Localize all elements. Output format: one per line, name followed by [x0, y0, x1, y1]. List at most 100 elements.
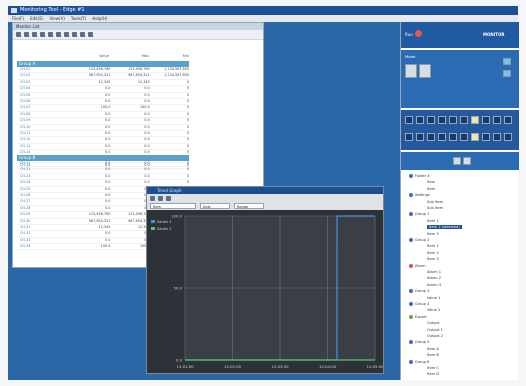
tree-node-icon [409, 289, 413, 294]
row-max: 0.0 [144, 118, 150, 123]
tree-item[interactable]: Item 3 [427, 232, 439, 236]
tree-item-label: Group 4 [415, 302, 430, 306]
tree-item-label: Item 1 [427, 218, 439, 223]
row-name: CH-01 [20, 67, 31, 71]
tree-item[interactable]: Value 1 [427, 296, 440, 300]
menu-file[interactable]: File(F) [12, 15, 24, 22]
tree-item[interactable]: Item 2 (selected) [427, 225, 462, 230]
zoom-icon[interactable] [150, 195, 155, 201]
stop-icon[interactable] [48, 32, 53, 37]
pause-icon[interactable] [56, 32, 61, 37]
tree-item[interactable]: Alarm 2 [427, 276, 441, 280]
tree-item[interactable]: Item [427, 187, 435, 191]
row-value: 0.0 [104, 98, 111, 103]
menu-help[interactable]: Help(H) [92, 15, 107, 22]
tree-item[interactable]: Export [409, 314, 427, 319]
tree-item[interactable]: Group 1 [409, 212, 429, 217]
tree-item[interactable]: Item B [427, 353, 439, 357]
tree-node-icon [409, 340, 413, 345]
settings-icon[interactable] [80, 32, 85, 37]
row-name: CH-05 [20, 92, 31, 97]
tree-item[interactable]: Alarm [409, 263, 426, 268]
tree-item[interactable]: Value 2 [427, 308, 440, 312]
pin-icon[interactable] [166, 195, 171, 201]
row-max: 0.0 [110, 231, 149, 236]
tree-item[interactable]: Group 2 [409, 238, 429, 242]
new-icon[interactable] [16, 32, 21, 37]
indicator-led [405, 116, 413, 124]
tree-item[interactable]: Alarm 3 [427, 283, 441, 287]
tree-item-label: Item 1 [427, 244, 439, 249]
open-icon[interactable] [24, 32, 29, 37]
tree-item[interactable]: Sub item [427, 200, 443, 204]
tree-item[interactable]: Sub item [427, 206, 443, 210]
row-min: 0 [186, 105, 189, 110]
tree-item[interactable]: Group 6 [409, 359, 429, 364]
camera-icon[interactable] [158, 195, 163, 201]
indicator-led [493, 116, 501, 124]
tree-item[interactable]: Item D [427, 372, 439, 376]
tree-item[interactable]: Item 1 [427, 219, 439, 223]
tree-item[interactable]: Group 3 [409, 289, 429, 294]
mode-button-2[interactable] [419, 64, 431, 78]
tree-item[interactable]: Output [427, 321, 439, 325]
row-name: CH-12 [20, 137, 31, 142]
indicator-led [438, 133, 446, 141]
list-icon[interactable] [72, 32, 77, 37]
row-max: 0.0 [144, 92, 150, 97]
tree-item-label: Item 3 [427, 231, 439, 236]
tree-item-label: Sub item [427, 206, 444, 210]
row-name: CH-06 [20, 98, 31, 103]
tree-item[interactable]: Alarm 1 [427, 270, 441, 274]
tree-item[interactable]: Item 1 [427, 244, 439, 248]
indicator-led [471, 116, 479, 124]
save-icon[interactable] [32, 32, 37, 37]
tree-node-icon [409, 174, 413, 178]
tree-item-label: Alarm 1 [427, 270, 442, 274]
row-value: 0.0 [104, 192, 111, 197]
row-value: 0.0 [104, 180, 111, 185]
tree-item[interactable]: Item 3 [427, 257, 439, 261]
range-select[interactable]: Range [234, 203, 264, 209]
tree-node-icon [409, 302, 413, 306]
tree-item[interactable]: Output 2 [427, 334, 443, 338]
menu-tools[interactable]: Tools(T) [71, 15, 86, 22]
row-max: 123,456,789 [128, 212, 150, 217]
mode-down-button[interactable] [503, 70, 511, 77]
tree-item-label: Value 1 [427, 295, 441, 300]
tree-item[interactable]: Folder A [409, 174, 430, 178]
tree-item-label: Output [427, 321, 440, 326]
row-name: CH-30 [20, 218, 31, 223]
row-max: 123,456,789 [128, 67, 150, 71]
y-tick-label: 100.0 [171, 214, 182, 219]
tree-item[interactable]: Output 1 [427, 328, 443, 332]
help-icon[interactable] [88, 32, 93, 37]
tree-item[interactable]: Group 5 [409, 340, 429, 345]
control-button-2[interactable] [463, 157, 471, 165]
chart-icon[interactable] [64, 32, 69, 37]
row-name: CH-24 [20, 180, 31, 185]
mode-up-button[interactable] [503, 58, 511, 65]
tree-item-label: Alarm 3 [427, 282, 442, 287]
menu-view[interactable]: View(V) [50, 15, 65, 22]
run-label: Run [405, 32, 413, 37]
mode-button-1[interactable] [405, 64, 417, 78]
row-max: 0.0 [144, 137, 150, 142]
tree-item[interactable]: Group 4 [409, 302, 429, 306]
row-name: CH-27 [20, 199, 31, 204]
tree-item[interactable]: Item C [427, 366, 439, 370]
tree-item[interactable]: Item 2 [427, 251, 439, 255]
menu-edit[interactable]: Edit(E) [30, 15, 43, 22]
trend-chart: 12:01:00 12:02:00 12:03:00 12:04:00 12:05:00… [147, 210, 383, 373]
tree-item-label: Folder A [415, 174, 430, 178]
item-select[interactable]: Item [150, 203, 196, 209]
tree-item[interactable]: Item A [427, 347, 439, 351]
tree-item[interactable]: Settings [409, 193, 430, 198]
tree-item[interactable]: Item [427, 180, 435, 184]
control-button-1[interactable] [453, 157, 461, 165]
play-icon[interactable] [40, 32, 45, 37]
axis-select[interactable]: Axis [200, 203, 230, 209]
row-name: CH-07 [20, 105, 31, 110]
row-value: 123,456,789 [88, 212, 111, 217]
row-value: 12,345 [98, 224, 111, 229]
